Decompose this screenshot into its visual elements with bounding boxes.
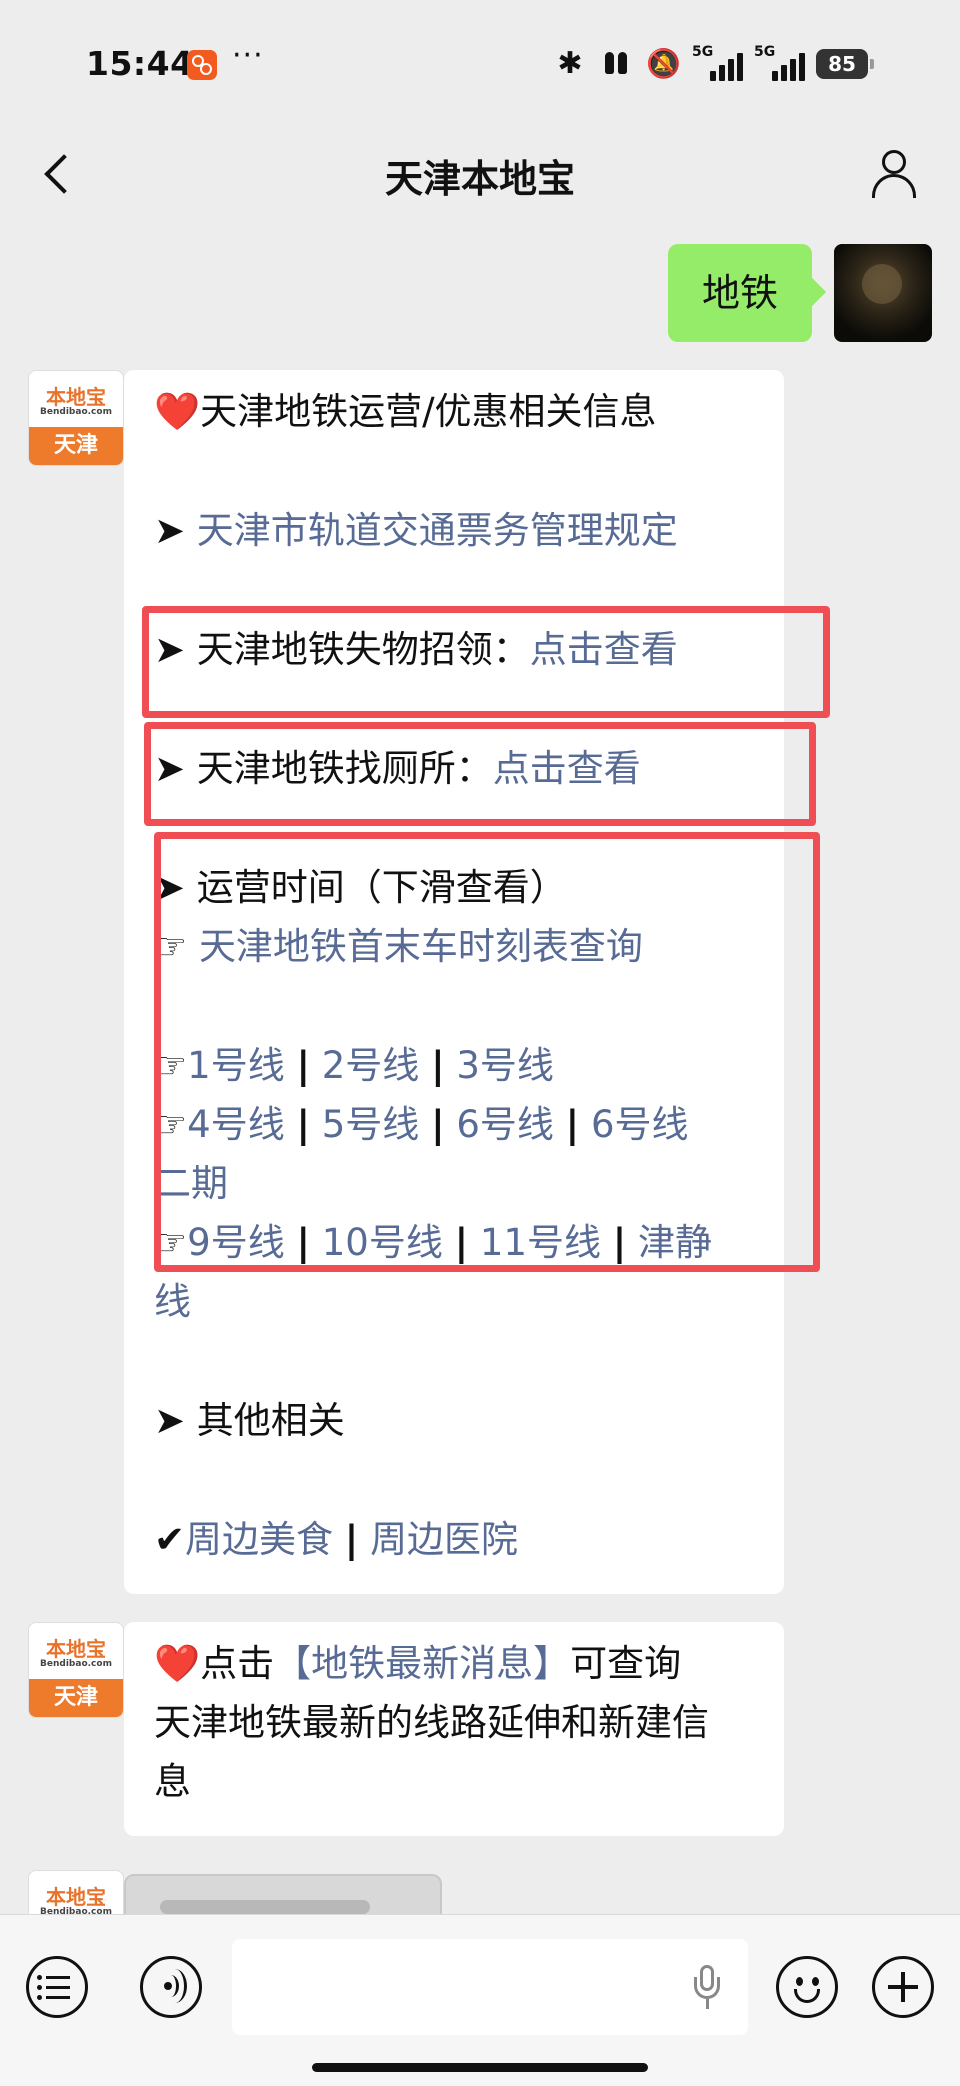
- bot-avatar[interactable]: 本地宝 Bendibao.com 天津: [28, 370, 124, 466]
- system-icons: ✱ 🔕 5G 5G 85: [554, 44, 874, 82]
- news-line-3: 息: [154, 1760, 191, 1803]
- news-line-1: ❤️点击【地铁最新消息】可查询: [154, 1642, 682, 1685]
- sent-message-row: 地铁: [667, 244, 932, 342]
- battery-icon: 85: [816, 49, 874, 79]
- more-notifications-icon: ···: [232, 38, 264, 73]
- received-card-bubble[interactable]: [124, 1874, 442, 1914]
- nav-bar: 天津本地宝: [0, 120, 960, 230]
- message-input[interactable]: [232, 1939, 748, 2035]
- subway-news-link[interactable]: 【地铁最新消息】: [274, 1642, 570, 1685]
- jinjing-line-link-wrap[interactable]: 线: [154, 1272, 191, 1331]
- user-avatar[interactable]: [834, 244, 932, 342]
- sent-message-bubble[interactable]: 地铁: [667, 244, 812, 342]
- blurred-card-text: [160, 1900, 370, 1914]
- more-actions-plus-icon[interactable]: [872, 1956, 934, 2018]
- bot-avatar[interactable]: 本地宝 Bendibao.com 天津: [28, 1870, 124, 1914]
- nearby-hospital-link[interactable]: 周边医院: [370, 1518, 518, 1561]
- news-line-2: 天津地铁最新的线路延伸和新建信: [154, 1701, 709, 1744]
- chat-area[interactable]: 地铁 本地宝 Bendibao.com 天津 ❤️天津地铁运营/优惠相关信息 ➤…: [0, 230, 960, 1914]
- chat-title: 天津本地宝: [384, 157, 575, 201]
- signal-icon-2: 5G: [754, 44, 805, 81]
- received-message-bubble: ❤️点击【地铁最新消息】可查询 天津地铁最新的线路延伸和新建信 息: [124, 1622, 784, 1836]
- signal-icon-1: 5G: [692, 44, 743, 81]
- highlight-box-lost-found: [142, 606, 830, 718]
- earbuds-icon: [600, 48, 632, 80]
- highlight-box-hours: [154, 832, 820, 1272]
- bot-avatar[interactable]: 本地宝 Bendibao.com 天津: [28, 1622, 124, 1718]
- nearby-food-link[interactable]: 周边美食: [185, 1518, 333, 1561]
- nearby-line: ✔周边美食 | 周边医院: [154, 1518, 519, 1561]
- menu-list-icon[interactable]: [26, 1956, 88, 2018]
- other-line: ➤ 其他相关: [154, 1399, 345, 1442]
- emoji-icon[interactable]: [776, 1956, 838, 2018]
- mute-icon: 🔕: [646, 47, 681, 80]
- voice-input-icon[interactable]: [140, 1956, 202, 2018]
- rules-line: ➤ 天津市轨道交通票务管理规定: [154, 509, 678, 552]
- home-indicator[interactable]: [312, 2063, 648, 2072]
- profile-icon[interactable]: [868, 148, 920, 200]
- input-bar: [0, 1914, 960, 2086]
- bluetooth-icon: ✱: [557, 46, 583, 81]
- message-title: ❤️天津地铁运营/优惠相关信息: [154, 390, 657, 433]
- microphone-icon[interactable]: [690, 1965, 726, 2011]
- status-bar: 15:44 ··· ✱ 🔕 5G 5G 85: [0, 0, 960, 120]
- ticket-rules-link[interactable]: 天津市轨道交通票务管理规定: [197, 509, 678, 552]
- status-time: 15:44: [86, 44, 194, 83]
- app-notification-icon: [187, 50, 217, 80]
- highlight-box-toilet: [144, 722, 816, 826]
